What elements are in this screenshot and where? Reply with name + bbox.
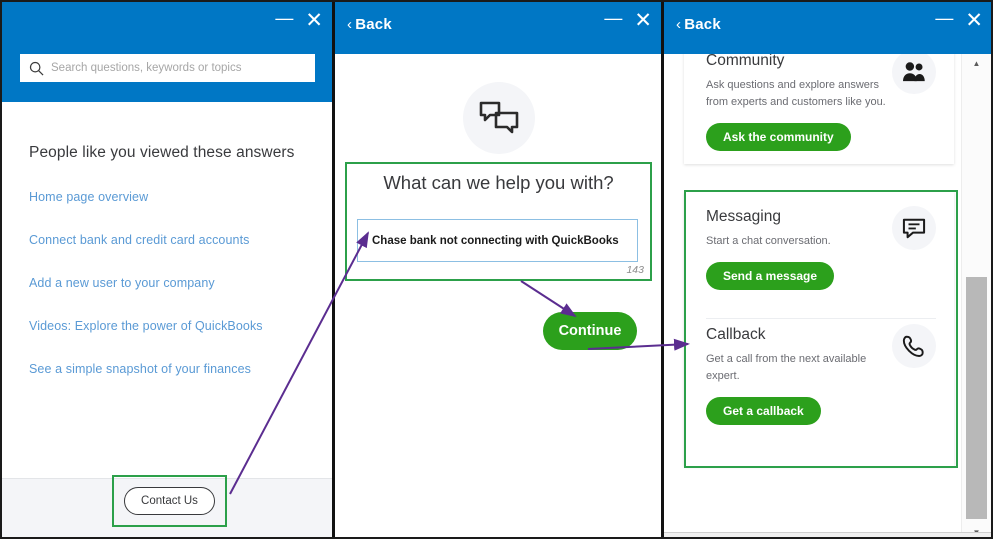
panel1-window-controls: — ✕	[275, 9, 323, 32]
list-item[interactable]: Home page overview	[29, 190, 319, 204]
panel2-body: What can we help you with? Chase bank no…	[335, 54, 662, 537]
back-button[interactable]: ‹ Back	[676, 16, 721, 33]
search-input[interactable]	[51, 62, 314, 74]
panel3-scrollbar[interactable]: ▲ ▼	[961, 54, 991, 537]
list-item[interactable]: Connect bank and credit card accounts	[29, 233, 319, 247]
question-input[interactable]: Chase bank not connecting with QuickBook…	[357, 219, 638, 262]
character-counter: 143	[626, 264, 644, 276]
panel3-titlebar: ‹ Back — ✕	[664, 2, 991, 54]
close-icon[interactable]: ✕	[305, 10, 323, 31]
ask-question-panel: ‹ Back — ✕ What can we help you with? Cha…	[335, 2, 662, 537]
back-button[interactable]: ‹ Back	[347, 16, 392, 33]
messaging-callback-card: Messaging Start a chat conversation. Sen…	[684, 192, 954, 466]
community-card-description: Ask questions and explore answers from e…	[706, 79, 886, 108]
chevron-left-icon: ‹	[676, 16, 682, 33]
scrollbar-thumb[interactable]	[966, 277, 987, 519]
message-icon	[892, 206, 936, 250]
community-card-body: Community Ask questions and explore answ…	[684, 54, 954, 167]
minimize-icon[interactable]: —	[935, 9, 953, 27]
question-title: What can we help you with?	[383, 172, 614, 193]
chat-bubbles-icon	[463, 82, 535, 154]
list-item[interactable]: See a simple snapshot of your finances	[29, 362, 319, 376]
suggested-answers-list: Home page overview Connect bank and cred…	[29, 190, 319, 405]
back-button-label: Back	[355, 16, 392, 33]
panel1-titlebar: — ✕	[2, 2, 333, 102]
scroll-up-arrow-icon[interactable]: ▲	[962, 54, 991, 72]
contact-options-scroll-area: Community Ask questions and explore answ…	[664, 54, 962, 537]
panel3-window-controls: — ✕	[935, 9, 983, 32]
search-icon	[21, 61, 51, 76]
callback-card-description: Get a call from the next available exper…	[706, 353, 867, 382]
phone-icon	[892, 324, 936, 368]
panel1-body: People like you viewed these answers Hom…	[2, 102, 333, 537]
minimize-icon[interactable]: —	[275, 9, 293, 27]
minimize-icon[interactable]: —	[604, 9, 622, 27]
panel2-window-controls: — ✕	[604, 9, 652, 32]
callback-card-body[interactable]: Callback Get a call from the next availa…	[684, 306, 954, 441]
chevron-left-icon: ‹	[347, 16, 353, 33]
list-item[interactable]: Videos: Explore the power of QuickBooks	[29, 319, 319, 333]
help-search-panel: — ✕ People like you viewed these answers…	[2, 2, 333, 537]
get-a-callback-button[interactable]: Get a callback	[706, 397, 821, 425]
ask-the-community-button[interactable]: Ask the community	[706, 123, 851, 151]
people-icon	[892, 54, 936, 94]
back-button-label: Back	[684, 16, 721, 33]
contact-us-button[interactable]: Contact Us	[124, 487, 215, 515]
list-item[interactable]: Add a new user to your company	[29, 276, 319, 290]
close-icon[interactable]: ✕	[965, 10, 983, 31]
community-card[interactable]: Community Ask questions and explore answ…	[684, 54, 954, 164]
messaging-card-body[interactable]: Messaging Start a chat conversation. Sen…	[684, 192, 954, 306]
suggested-answers-heading: People like you viewed these answers	[29, 144, 295, 161]
send-a-message-button[interactable]: Send a message	[706, 262, 835, 290]
continue-button[interactable]: Continue	[543, 312, 637, 350]
panel3-body: Community Ask questions and explore answ…	[664, 54, 991, 537]
contact-options-panel: ‹ Back — ✕ Community Ask questions and e…	[664, 2, 991, 537]
search-box[interactable]	[20, 54, 315, 82]
panel3-bottom-strip	[664, 532, 991, 537]
panel2-titlebar: ‹ Back — ✕	[335, 2, 662, 54]
screenshot-root: — ✕ People like you viewed these answers…	[0, 0, 993, 539]
messaging-card-description: Start a chat conversation.	[706, 235, 831, 247]
close-icon[interactable]: ✕	[634, 10, 652, 31]
